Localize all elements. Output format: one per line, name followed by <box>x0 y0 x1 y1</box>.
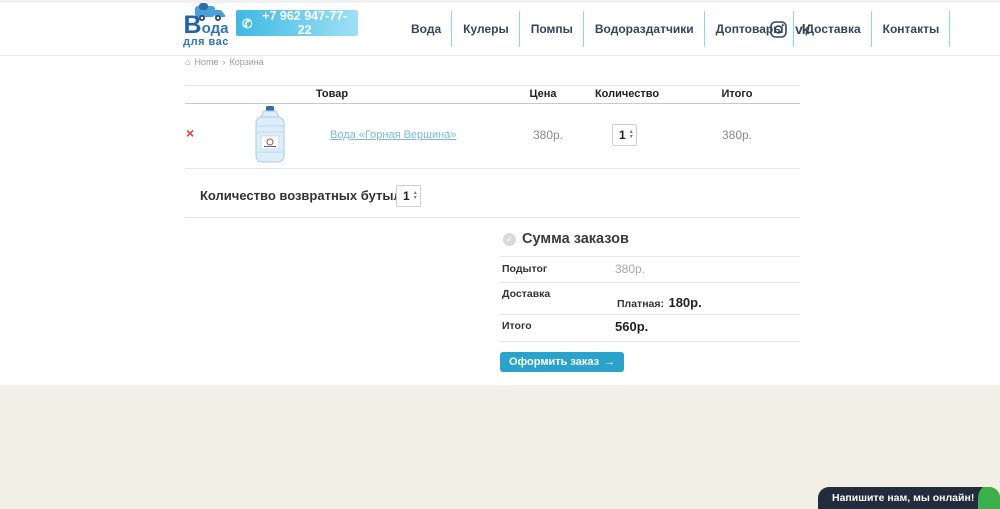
breadcrumb-separator: › <box>222 57 225 67</box>
logo-subtitle: для вас <box>175 36 237 48</box>
divider <box>500 282 800 283</box>
returnable-bottles-stepper[interactable]: 1 ▴▾ <box>396 185 421 207</box>
divider <box>185 103 800 104</box>
nav: ВодаКулерыПомпыВодораздатчикиДоптоварыДо… <box>400 3 950 55</box>
social-icons: vk <box>770 3 809 55</box>
summary-title: Сумма заказов <box>522 231 629 247</box>
breadcrumb-home-link[interactable]: Home <box>194 57 218 67</box>
divider <box>185 85 800 86</box>
arrow-right-icon: → <box>604 356 615 368</box>
divider <box>500 256 800 257</box>
product-total: 380р. <box>722 128 752 142</box>
quantity-stepper[interactable]: 1 ▴▾ <box>612 124 637 146</box>
delivery-price: 180р. <box>668 295 701 310</box>
instagram-icon[interactable] <box>770 21 787 38</box>
subtotal-value: 380р. <box>615 262 645 276</box>
subtotal-label: Подытог <box>502 263 547 275</box>
returnable-quantity-value: 1 <box>403 189 410 203</box>
delete-item-button[interactable]: × <box>186 126 194 140</box>
nav-item-0[interactable]: Вода <box>400 3 452 55</box>
logo-title: Вода <box>175 18 237 36</box>
col-header-total: Итого <box>721 88 752 100</box>
logo[interactable]: Вода для вас <box>175 2 237 48</box>
home-icon: ⌂ <box>185 57 190 67</box>
delivery-type: Платная: <box>617 298 664 310</box>
divider <box>185 168 800 169</box>
nav-item-6[interactable]: Контакты <box>872 3 951 55</box>
divider <box>185 217 800 218</box>
stepper-arrows-icon[interactable]: ▴▾ <box>414 191 417 201</box>
col-header-product: Товар <box>316 88 348 100</box>
total-label: Итого <box>502 320 532 332</box>
phone-number: +7 962 947-77-22 <box>257 9 352 37</box>
phone-icon: ✆ <box>242 16 252 31</box>
col-header-qty: Количество <box>595 88 659 100</box>
stepper-arrows-icon[interactable]: ▴▾ <box>630 130 633 140</box>
leaf-icon <box>978 487 1000 509</box>
vk-icon[interactable]: vk <box>795 21 809 37</box>
chat-widget[interactable]: Напишите нам, мы онлайн! jivosite <box>818 487 1000 509</box>
nav-item-1[interactable]: Кулеры <box>452 3 520 55</box>
total-value: 560р. <box>615 319 648 334</box>
col-header-price: Цена <box>529 88 556 100</box>
breadcrumb: ⌂ Home › Корзина <box>185 57 264 67</box>
returnable-bottles-label: Количество возвратных бутылей: <box>200 188 421 203</box>
summary-check-icon: ✓ <box>503 233 516 246</box>
product-price: 380р. <box>533 128 563 142</box>
nav-item-2[interactable]: Помпы <box>520 3 584 55</box>
breadcrumb-current: Корзина <box>229 57 263 67</box>
delivery-value: Платная: 180р. <box>617 294 702 312</box>
product-image-bottle[interactable] <box>253 106 287 164</box>
chat-message: Напишите нам, мы онлайн! <box>832 492 974 504</box>
quantity-value: 1 <box>619 128 626 142</box>
phone-button[interactable]: ✆ +7 962 947-77-22 <box>236 10 358 36</box>
checkout-button[interactable]: Оформить заказ → <box>500 352 624 372</box>
divider <box>500 341 800 342</box>
product-link[interactable]: Вода «Горная Вершина» <box>330 129 456 141</box>
divider <box>500 314 800 315</box>
checkout-label: Оформить заказ <box>509 356 599 368</box>
delivery-label: Доставка <box>502 288 550 300</box>
nav-item-3[interactable]: Водораздатчики <box>584 3 705 55</box>
